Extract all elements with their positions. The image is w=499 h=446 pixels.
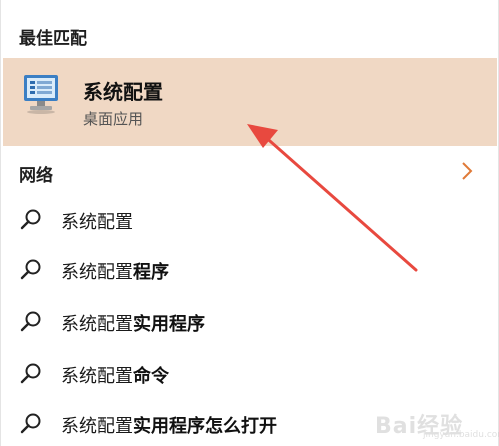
search-results-panel: 最佳匹配 系统配置 桌面应用 网络 系统配置 系统配置程序 系统配置实用程序 系… bbox=[0, 0, 499, 446]
best-match-app-type: 桌面应用 bbox=[83, 110, 144, 128]
watermark-subtext: jingyan.baidu.com bbox=[423, 430, 499, 440]
search-icon bbox=[20, 413, 41, 434]
baidu-watermark: Bai经验 jingyan.baidu.com bbox=[375, 406, 499, 440]
search-result-text: 系统配置命令 bbox=[61, 366, 169, 387]
search-icon bbox=[20, 311, 41, 332]
search-result-text: 系统配置 bbox=[61, 212, 133, 233]
search-icon bbox=[20, 209, 41, 230]
search-result-3[interactable]: 系统配置实用程序 bbox=[3, 298, 497, 346]
search-result-text: 系统配置实用程序怎么打开 bbox=[61, 416, 277, 437]
search-result-2[interactable]: 系统配置程序 bbox=[3, 246, 497, 294]
search-icon bbox=[20, 259, 41, 280]
search-result-4[interactable]: 系统配置命令 bbox=[3, 350, 497, 398]
system-config-icon bbox=[24, 75, 58, 114]
search-result-text: 系统配置程序 bbox=[61, 262, 169, 283]
best-match-app-name: 系统配置 bbox=[83, 80, 163, 104]
chevron-right-icon[interactable] bbox=[457, 158, 477, 184]
search-icon bbox=[20, 363, 41, 384]
search-result-1[interactable]: 系统配置 bbox=[3, 196, 497, 244]
network-heading: 网络 bbox=[19, 166, 53, 186]
best-match-heading: 最佳匹配 bbox=[19, 29, 87, 49]
best-match-item[interactable]: 系统配置 桌面应用 bbox=[3, 58, 497, 146]
search-result-text: 系统配置实用程序 bbox=[61, 314, 205, 335]
